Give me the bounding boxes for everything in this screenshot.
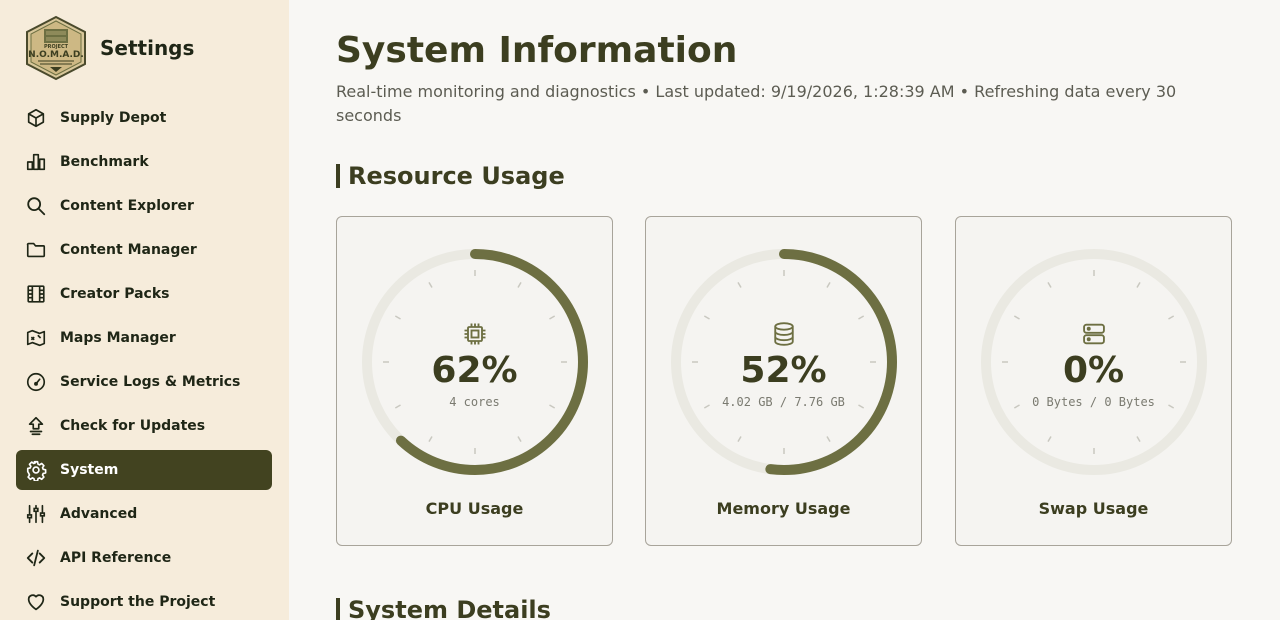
gauge-tick bbox=[858, 315, 865, 320]
project-nomad-logo[interactable]: PROJECT N.O.M.A.D. bbox=[24, 15, 88, 81]
sidebar-item-label: Service Logs & Metrics bbox=[60, 374, 241, 390]
bar-chart-icon bbox=[24, 150, 48, 174]
sidebar-item-content-explorer[interactable]: Content Explorer bbox=[16, 186, 272, 226]
sidebar-item-label: Check for Updates bbox=[60, 418, 206, 434]
memory-usage-value: 52% bbox=[740, 350, 827, 391]
sidebar-item-label: Advanced bbox=[60, 506, 138, 522]
cpu-usage-detail: 4 cores bbox=[449, 395, 500, 409]
sidebar-item-label: Creator Packs bbox=[60, 286, 170, 302]
sidebar-item-label: Content Explorer bbox=[60, 198, 194, 214]
memory-usage-card: 52% 4.02 GB / 7.76 GB Memory Usage bbox=[645, 216, 922, 546]
folder-icon bbox=[24, 238, 48, 262]
sidebar-item-label: Supply Depot bbox=[60, 110, 167, 126]
map-icon bbox=[24, 326, 48, 350]
page-title: System Information bbox=[336, 30, 738, 71]
code-icon bbox=[24, 546, 48, 570]
cube-icon bbox=[24, 106, 48, 130]
gauge-tick bbox=[1013, 315, 1020, 320]
sliders-icon bbox=[24, 502, 48, 526]
gauge-tick bbox=[1136, 281, 1141, 288]
gauge-tick bbox=[517, 436, 522, 443]
film-icon bbox=[24, 282, 48, 306]
sidebar-item-supply-depot[interactable]: Supply Depot bbox=[16, 98, 272, 138]
cloud-upload-icon bbox=[24, 414, 48, 438]
cpu-usage-value: 62% bbox=[431, 350, 518, 391]
gauge-tick bbox=[1047, 436, 1052, 443]
sidebar-item-label: Content Manager bbox=[60, 242, 197, 258]
gauge-tick bbox=[826, 436, 831, 443]
gauge-tick bbox=[1136, 436, 1141, 443]
page-subtitle: Real-time monitoring and diagnostics • L… bbox=[336, 82, 1177, 125]
gauge-tick bbox=[428, 436, 433, 443]
memory-usage-label: Memory Usage bbox=[716, 499, 851, 518]
sidebar-item-creator-packs[interactable]: Creator Packs bbox=[16, 274, 272, 314]
sidebar-item-benchmark[interactable]: Benchmark bbox=[16, 142, 272, 182]
sidebar-item-label: Benchmark bbox=[60, 154, 149, 170]
gauge-tick bbox=[1047, 281, 1052, 288]
sidebar-item-label: System bbox=[60, 462, 119, 478]
memory-usage-detail: 4.02 GB / 7.76 GB bbox=[722, 395, 845, 409]
database-icon bbox=[773, 322, 794, 346]
gauge-icon bbox=[24, 370, 48, 394]
sidebar-item-advanced[interactable]: Advanced bbox=[16, 494, 272, 534]
sidebar-item-label: API Reference bbox=[60, 550, 172, 566]
sidebar-item-service-logs[interactable]: Service Logs & Metrics bbox=[16, 362, 272, 402]
section-title-resource-usage: Resource Usage bbox=[336, 163, 565, 189]
brand-title: Settings bbox=[100, 36, 195, 60]
sidebar-item-check-for-updates[interactable]: Check for Updates bbox=[16, 406, 272, 446]
cpu-usage-card: 62% 4 cores CPU Usage bbox=[336, 216, 613, 546]
gear-icon bbox=[24, 458, 48, 482]
gauge-tick bbox=[703, 315, 710, 320]
swap-usage-value: 0% bbox=[1062, 350, 1125, 391]
gauge-tick bbox=[737, 281, 742, 288]
sidebar-item-api-reference[interactable]: API Reference bbox=[16, 538, 272, 578]
sidebar-item-label: Maps Manager bbox=[60, 330, 176, 346]
gauge-tick bbox=[428, 281, 433, 288]
swap-usage-card: 0% 0 Bytes / 0 Bytes Swap Usage bbox=[955, 216, 1232, 546]
sidebar-nav: Supply Depot Benchmark Content Explorer … bbox=[16, 98, 272, 620]
sidebar-item-maps-manager[interactable]: Maps Manager bbox=[16, 318, 272, 358]
gauge-tick bbox=[826, 281, 831, 288]
sidebar-item-system[interactable]: System bbox=[16, 450, 272, 490]
brand: PROJECT N.O.M.A.D. Settings bbox=[24, 15, 194, 81]
swap-usage-label: Swap Usage bbox=[1038, 499, 1149, 518]
search-icon bbox=[24, 194, 48, 218]
server-icon bbox=[1082, 323, 1105, 345]
swap-usage-detail: 0 Bytes / 0 Bytes bbox=[1032, 395, 1155, 409]
gauge-tick bbox=[737, 436, 742, 443]
sidebar: PROJECT N.O.M.A.D. Settings Supply Depot… bbox=[0, 0, 289, 620]
sidebar-item-support-the-project[interactable]: Support the Project bbox=[16, 582, 272, 620]
gauge-tick bbox=[1168, 315, 1175, 320]
cpu-usage-label: CPU Usage bbox=[425, 499, 524, 518]
sidebar-item-content-manager[interactable]: Content Manager bbox=[16, 230, 272, 270]
section-title-system-details: System Details bbox=[336, 597, 551, 620]
cpu-icon bbox=[464, 323, 485, 345]
gauge-tick bbox=[549, 315, 556, 320]
svg-text:N.O.M.A.D.: N.O.M.A.D. bbox=[28, 50, 84, 60]
heart-icon bbox=[24, 590, 48, 614]
gauge-tick bbox=[394, 315, 401, 320]
gauge-tick bbox=[517, 281, 522, 288]
sidebar-item-label: Support the Project bbox=[60, 594, 216, 610]
